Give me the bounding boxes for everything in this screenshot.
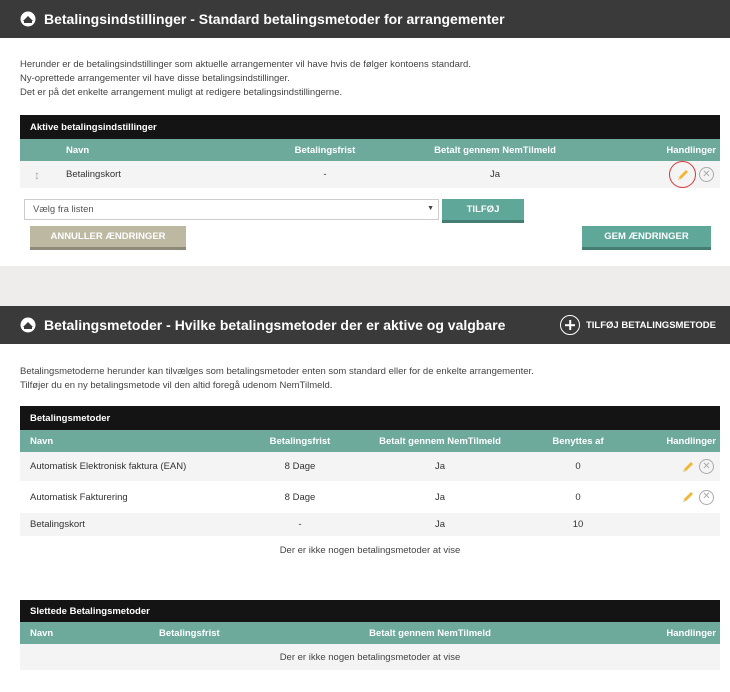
empty-message: Der er ikke nogen betalingsmetoder at vi… — [279, 544, 461, 556]
row-actions: ✕ — [680, 482, 714, 512]
close-circle-icon[interactable]: ✕ — [699, 489, 714, 505]
row-used: 0 — [575, 491, 581, 503]
table-title: Slettede Betalingsmetoder — [20, 600, 720, 622]
col-actions: Handlinger — [666, 144, 716, 156]
edit-highlight — [669, 161, 696, 188]
page-title: Betalingsindstillinger - Standard betali… — [44, 11, 505, 27]
row-name: Betalingskort — [30, 519, 85, 530]
drag-handle-icon[interactable]: ↕ — [34, 161, 40, 188]
col-frist: Betalingsfrist — [269, 435, 331, 447]
table-row: ↕ Betalingskort - Ja ✕ — [20, 161, 720, 189]
save-changes-button[interactable]: GEM ÆNDRINGER — [582, 226, 711, 250]
close-circle-icon[interactable]: ✕ — [699, 167, 714, 182]
wallet-logo-icon — [20, 11, 36, 27]
row-name: Betalingskort — [66, 169, 121, 180]
row-nem: Ja — [489, 169, 501, 180]
panel-header: Betalingsindstillinger - Standard betali… — [0, 0, 730, 38]
table-title: Aktive betalingsindstillinger — [20, 115, 720, 139]
panel-header: Betalingsmetoder - Hvilke betalingsmetod… — [0, 306, 730, 344]
row-actions: ✕ — [669, 161, 714, 188]
col-actions: Handlinger — [666, 627, 716, 639]
row-nem: Ja — [434, 461, 446, 472]
add-payment-method-label: TILFØJ BETALINGSMETODE — [585, 319, 716, 331]
caret-down-icon: ▼ — [427, 205, 434, 212]
pencil-icon[interactable] — [675, 167, 691, 183]
row-frist: - — [298, 519, 302, 530]
row-used: 0 — [575, 461, 581, 472]
intro-line: Ny-oprettede arrangementer vil have diss… — [20, 73, 290, 84]
intro-text: Betalingsmetoderne herunder kan tilvælge… — [20, 365, 534, 393]
wallet-logo-icon — [20, 317, 36, 333]
table-header: Navn Betalingsfrist Betalt gennem NemTil… — [20, 139, 720, 161]
active-settings-table: Aktive betalingsindstillinger Navn Betal… — [20, 115, 720, 189]
payment-method-select[interactable]: Vælg fra listen ▼ — [24, 199, 439, 220]
col-frist: Betalingsfrist — [294, 144, 356, 156]
col-actions: Handlinger — [666, 435, 716, 447]
add-payment-method-button[interactable]: TILFØJ BETALINGSMETODE — [559, 306, 716, 344]
intro-line: Betalingsmetoderne herunder kan tilvælge… — [20, 366, 534, 377]
col-name: Navn — [66, 144, 90, 156]
col-name: Navn — [30, 627, 54, 639]
payment-methods-table: Betalingsmetoder Navn Betalingsfrist Bet… — [20, 406, 720, 563]
select-value: Vælg fra listen — [33, 204, 94, 215]
table-row: Automatisk Fakturering 8 Dage Ja 0 ✕ — [20, 482, 720, 513]
table-header: Navn Betalingsfrist Betalt gennem NemTil… — [20, 430, 720, 452]
row-nem: Ja — [434, 519, 446, 530]
intro-line: Tilføjer du en ny betalingsmetode vil de… — [20, 380, 333, 391]
empty-message: Der er ikke nogen betalingsmetoder at vi… — [20, 644, 720, 670]
table-row: Automatisk Elektronisk faktura (EAN) 8 D… — [20, 452, 720, 482]
row-frist: 8 Dage — [284, 461, 316, 472]
plus-circle-icon — [559, 315, 580, 335]
col-name: Navn — [30, 435, 54, 447]
intro-line: Det er på det enkelte arrangement muligt… — [20, 87, 343, 98]
row-nem: Ja — [434, 491, 446, 503]
row-actions: ✕ — [680, 452, 714, 481]
row-frist: - — [323, 169, 327, 180]
col-nem: Betalt gennem NemTilmeld — [369, 627, 491, 639]
row-used: 10 — [572, 519, 584, 530]
table-title: Betalingsmetoder — [20, 406, 720, 430]
table-row: Betalingskort - Ja 10 — [20, 513, 720, 537]
pencil-icon[interactable] — [680, 459, 696, 475]
default-payment-settings-panel: Betalingsindstillinger - Standard betali… — [0, 0, 730, 266]
deleted-methods-table: Slettede Betalingsmetoder Navn Betalings… — [20, 600, 720, 670]
row-name: Automatisk Fakturering — [30, 491, 128, 503]
col-frist: Betalingsfrist — [159, 627, 220, 639]
pencil-icon[interactable] — [680, 489, 696, 505]
row-frist: 8 Dage — [284, 491, 316, 503]
section-title: Betalingsmetoder - Hvilke betalingsmetod… — [44, 317, 506, 333]
col-nem: Betalt gennem NemTilmeld — [379, 435, 501, 447]
close-circle-icon[interactable]: ✕ — [699, 459, 714, 474]
cancel-changes-button[interactable]: ANNULLER ÆNDRINGER — [30, 226, 186, 250]
payment-methods-panel: Betalingsmetoder - Hvilke betalingsmetod… — [0, 306, 730, 692]
col-nem: Betalt gennem NemTilmeld — [434, 144, 556, 156]
add-button[interactable]: TILFØJ — [442, 199, 524, 223]
col-used: Benyttes af — [552, 435, 604, 447]
table-header: Navn Betalingsfrist Betalt gennem NemTil… — [20, 622, 720, 644]
intro-line: Herunder er de betalingsindstillinger so… — [20, 59, 471, 70]
intro-text: Herunder er de betalingsindstillinger so… — [20, 58, 471, 100]
row-name: Automatisk Elektronisk faktura (EAN) — [30, 461, 187, 472]
